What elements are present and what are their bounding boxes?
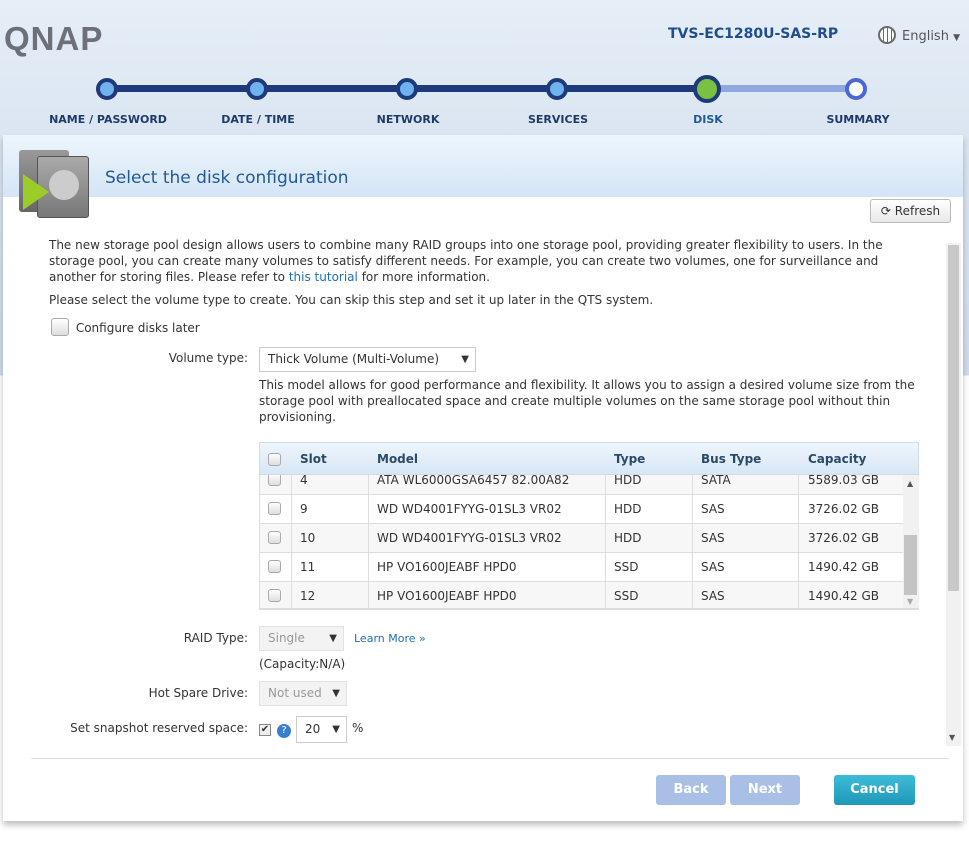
hot-spare-select[interactable]: Not used ▼ (259, 681, 347, 706)
intro-text: The new storage pool design allows users… (49, 238, 883, 284)
raid-type-label: RAID Type: (183, 631, 248, 645)
step-dot (246, 78, 268, 100)
table-cell: SSD (614, 589, 639, 603)
table-cell: 9 (300, 502, 308, 516)
page-title: Select the disk configuration (105, 168, 349, 188)
table-cell: 1490.42 GB (808, 560, 879, 574)
scroll-down-icon[interactable]: ▼ (907, 597, 913, 606)
cancel-button[interactable]: Cancel (834, 775, 915, 805)
hot-spare-label: Hot Spare Drive: (148, 686, 248, 700)
table-cell: 4 (300, 475, 308, 487)
device-model: TVS-EC1280U-SAS-RP (668, 26, 839, 42)
step-dot (396, 78, 418, 100)
step-label: NETWORK (376, 113, 440, 126)
table-cell: HP VO1600JEABF HPD0 (377, 560, 517, 574)
chevron-down-icon: ▼ (329, 633, 337, 644)
table-row[interactable]: 9 WD WD4001FYYG-01SL3 VR02 HDD SAS 3726.02 G… (260, 495, 903, 524)
configure-later-checkbox[interactable]: Configure disks later (51, 318, 200, 336)
table-cell: ATA WL6000GSA6457 82.00A82 (377, 475, 570, 487)
volume-description: This model allows for good performance a… (259, 378, 915, 424)
language-selector[interactable]: English ▼ (878, 26, 960, 44)
disk-icon (19, 150, 91, 220)
table-cell: WD WD4001FYYG-01SL3 VR02 (377, 531, 562, 545)
table-cell: SSD (614, 560, 639, 574)
chevron-down-icon: ▼ (332, 688, 340, 699)
table-row[interactable]: 10 WD WD4001FYYG-01SL3 VR02 HDD SAS 3726.02 … (260, 524, 903, 553)
disk-table-header: Slot Model Type Bus Type Capacity (259, 442, 919, 475)
table-cell: HDD (614, 475, 642, 487)
table-cell: SATA (701, 475, 731, 487)
table-cell: 3726.02 GB (808, 531, 879, 545)
step-dot-current (693, 75, 721, 103)
table-row[interactable]: 12 HP VO1600JEABF HPD0 SSD SAS 1490.42 GB (260, 582, 903, 608)
table-cell: 11 (300, 560, 316, 574)
table-cell: 12 (300, 589, 316, 603)
capacity-text: (Capacity:N/A) (259, 657, 346, 671)
step-dot-pending (845, 78, 867, 100)
step-label: NAME / PASSWORD (49, 113, 167, 126)
row-checkbox[interactable] (268, 560, 281, 573)
table-cell: WD WD4001FYYG-01SL3 VR02 (377, 502, 562, 516)
table-cell: 5589.03 GB (808, 475, 879, 487)
refresh-icon: ⟳ (880, 204, 891, 218)
scroll-down-icon[interactable]: ▼ (949, 733, 955, 742)
column-header[interactable]: Slot (300, 452, 327, 466)
disk-table-body: 12 HP VO1600JEABF HPD0 SSD SAS 1490.42 GB 11 H… (259, 475, 903, 610)
percent-unit: % (352, 721, 364, 735)
step-dot (96, 78, 118, 100)
row-checkbox[interactable] (268, 531, 281, 544)
volume-type-label: Volume type: (168, 351, 248, 365)
table-cell: HP VO1600JEABF HPD0 (377, 589, 517, 603)
help-icon[interactable]: ? (277, 724, 291, 738)
snapshot-select[interactable]: 20 ▼ (296, 716, 347, 743)
snapshot-label: Set snapshot reserved space: (70, 721, 248, 735)
footer-divider (31, 758, 949, 759)
raid-type-select[interactable]: Single ▼ (259, 626, 344, 651)
tutorial-link[interactable]: this tutorial (289, 270, 358, 284)
next-button[interactable]: Next (730, 775, 800, 805)
table-cell: SAS (701, 560, 725, 574)
step-label: SUMMARY (826, 113, 890, 126)
table-cell: SAS (701, 502, 725, 516)
table-cell: SAS (701, 531, 725, 545)
back-button[interactable]: Back (656, 775, 726, 805)
table-cell: HDD (614, 531, 642, 545)
column-header[interactable]: Capacity (808, 452, 866, 466)
table-cell: 10 (300, 531, 316, 545)
progress-track-pending (707, 85, 857, 92)
select-all-checkbox[interactable] (268, 453, 281, 466)
column-header[interactable]: Type (614, 452, 645, 466)
chevron-down-icon: ▼ (953, 33, 961, 43)
chevron-down-icon: ▼ (332, 724, 340, 735)
globe-icon (878, 26, 896, 44)
select-instruction: Please select the volume type to create.… (49, 293, 654, 307)
table-cell: 3726.02 GB (808, 502, 879, 516)
scroll-up-icon[interactable]: ▲ (907, 479, 913, 488)
row-checkbox[interactable] (268, 502, 281, 515)
table-scrollbar[interactable]: ▲ ▼ (903, 475, 919, 610)
row-checkbox[interactable] (268, 589, 281, 602)
table-row[interactable]: 11 HP VO1600JEABF HPD0 SSD SAS 1490.42 GB (260, 553, 903, 582)
step-label: DATE / TIME (221, 113, 295, 126)
column-header[interactable]: Model (377, 452, 418, 466)
step-label: SERVICES (527, 113, 589, 126)
refresh-button[interactable]: ⟳ Refresh (870, 199, 951, 223)
content-scrollbar[interactable]: ▼ (946, 243, 961, 746)
column-header[interactable]: Bus Type (701, 452, 761, 466)
volume-type-select[interactable]: Thick Volume (Multi-Volume) ▼ (259, 347, 476, 372)
learn-more-link[interactable]: Learn More » (354, 632, 426, 645)
table-cell: HDD (614, 502, 642, 516)
scroll-thumb[interactable] (904, 535, 917, 595)
qnap-logo: QNAP (4, 20, 104, 57)
snapshot-checkbox[interactable]: ✔ (259, 724, 271, 736)
row-checkbox[interactable] (268, 475, 281, 486)
table-cell: SAS (701, 589, 725, 603)
scroll-thumb[interactable] (948, 245, 959, 591)
chevron-down-icon: ▼ (461, 354, 469, 365)
step-dot (546, 78, 568, 100)
table-row[interactable]: 4 ATA WL6000GSA6457 82.00A82 HDD SATA 5589.0… (260, 475, 903, 495)
table-cell: 1490.42 GB (808, 589, 879, 603)
step-label-current: DISK (693, 113, 723, 126)
